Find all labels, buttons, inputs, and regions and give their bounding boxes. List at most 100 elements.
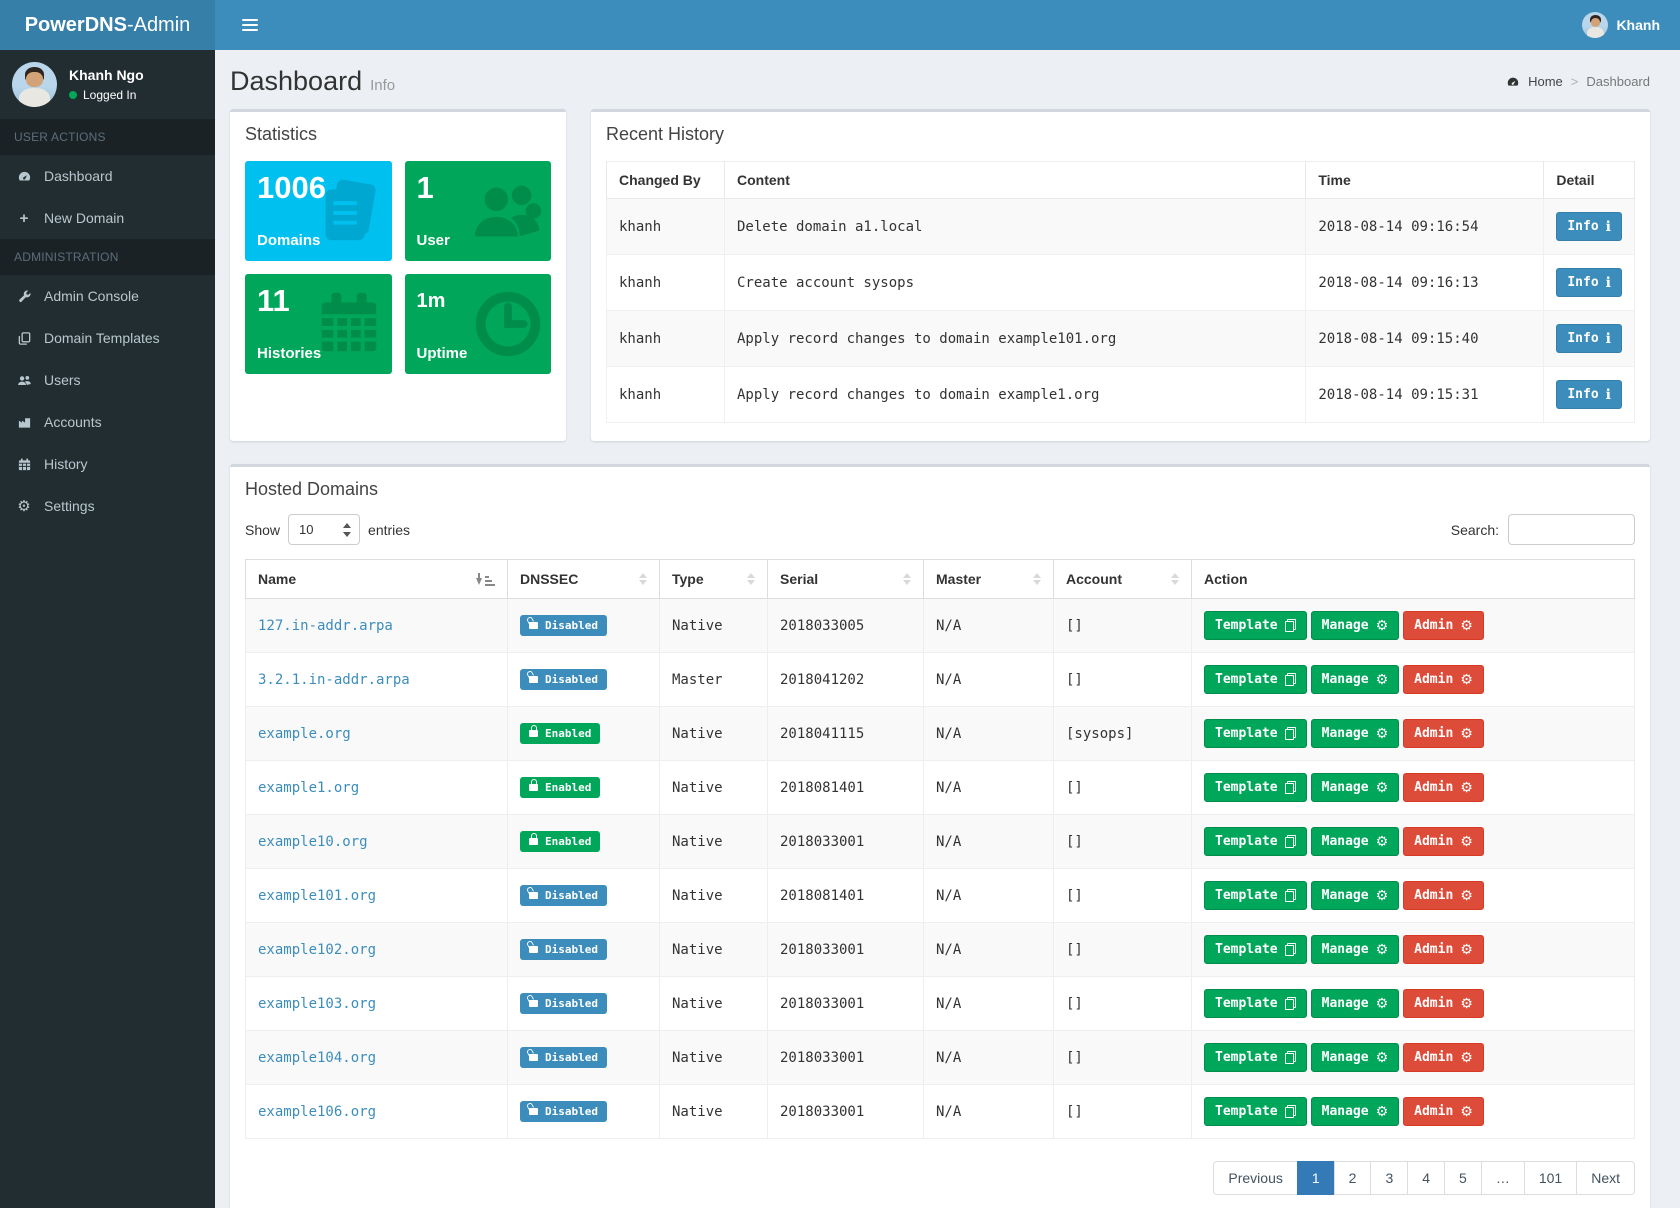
manage-button[interactable]: Manage⚙ [1311,719,1400,748]
admin-button[interactable]: Admin⚙ [1403,935,1484,964]
top-navbar: PowerDNS-Admin Khanh [0,0,1680,50]
manage-button[interactable]: Manage⚙ [1311,935,1400,964]
info-button[interactable]: Infoℹ [1556,380,1622,409]
manage-button[interactable]: Manage⚙ [1311,611,1400,640]
gear-icon: ⚙ [1460,1051,1473,1065]
domain-link[interactable]: example103.org [258,996,376,1012]
cell-account: [] [1054,599,1192,653]
cell-account: [] [1054,1085,1192,1139]
stat-value: 1006 [257,171,380,205]
column-header-master[interactable]: Master [924,560,1054,599]
sidebar-item-admin-console[interactable]: Admin Console [0,275,215,317]
template-button[interactable]: Template [1204,719,1307,748]
template-button[interactable]: Template [1204,1043,1307,1072]
admin-button[interactable]: Admin⚙ [1403,665,1484,694]
pagination-previous[interactable]: Previous [1213,1161,1297,1195]
template-button[interactable]: Template [1204,827,1307,856]
hosted-domains-table: Name DNSSEC Type Serial Master Account A… [245,559,1635,1139]
pagination-page-2[interactable]: 2 [1334,1161,1372,1195]
domain-link[interactable]: example106.org [258,1104,376,1120]
sidebar-item-history[interactable]: History [0,443,215,485]
template-button[interactable]: Template [1204,935,1307,964]
sort-icon [639,573,647,585]
manage-button[interactable]: Manage⚙ [1311,989,1400,1018]
manage-button[interactable]: Manage⚙ [1311,1097,1400,1126]
breadcrumb-home-link[interactable]: Home [1528,74,1563,89]
cell-content: Apply record changes to domain example1.… [725,367,1306,423]
admin-button[interactable]: Admin⚙ [1403,773,1484,802]
column-header-dnssec[interactable]: DNSSEC [508,560,660,599]
manage-button[interactable]: Manage⚙ [1311,1043,1400,1072]
cell-account: [] [1054,815,1192,869]
admin-button[interactable]: Admin⚙ [1403,611,1484,640]
template-button[interactable]: Template [1204,665,1307,694]
sidebar-item-accounts[interactable]: Accounts [0,401,215,443]
copy-icon [1285,943,1296,956]
gear-icon: ⚙ [1376,727,1389,741]
manage-button[interactable]: Manage⚙ [1311,881,1400,910]
history-row: khanh Delete domain a1.local 2018-08-14 … [607,199,1635,255]
domain-link[interactable]: 3.2.1.in-addr.arpa [258,672,410,688]
cell-type: Native [660,869,768,923]
admin-button[interactable]: Admin⚙ [1403,1097,1484,1126]
page-size-select[interactable]: 10 [288,514,360,545]
admin-button[interactable]: Admin⚙ [1403,989,1484,1018]
column-header-name[interactable]: Name [246,560,508,599]
pagination: Previous 1 2 3 4 5 … 101 Next [1213,1161,1635,1195]
column-header-account[interactable]: Account [1054,560,1192,599]
domain-link[interactable]: 127.in-addr.arpa [258,618,393,634]
manage-button[interactable]: Manage⚙ [1311,773,1400,802]
avatar [1582,12,1608,38]
table-row: example106.org Disabled Native 201803300… [246,1085,1635,1139]
cell-master: N/A [924,599,1054,653]
sidebar-user-status: Logged In [83,88,136,102]
manage-button[interactable]: Manage⚙ [1311,827,1400,856]
brand-logo[interactable]: PowerDNS-Admin [0,0,215,50]
pagination-next[interactable]: Next [1576,1161,1635,1195]
pagination-page-3[interactable]: 3 [1370,1161,1408,1195]
admin-button[interactable]: Admin⚙ [1403,1043,1484,1072]
domain-link[interactable]: example101.org [258,888,376,904]
domain-link[interactable]: example102.org [258,942,376,958]
sidebar-item-domain-templates[interactable]: Domain Templates [0,317,215,359]
sidebar-toggle-button[interactable] [230,0,270,50]
cell-type: Native [660,1085,768,1139]
pagination-page-1[interactable]: 1 [1297,1161,1335,1195]
template-button[interactable]: Template [1204,773,1307,802]
info-button[interactable]: Infoℹ [1556,324,1622,353]
template-button[interactable]: Template [1204,989,1307,1018]
column-header-type[interactable]: Type [660,560,768,599]
column-header-serial[interactable]: Serial [768,560,924,599]
cell-time: 2018-08-14 09:16:13 [1306,255,1544,311]
search-input[interactable] [1508,514,1635,545]
domain-link[interactable]: example.org [258,726,351,742]
domain-link[interactable]: example10.org [258,834,368,850]
pagination-page-5[interactable]: 5 [1444,1161,1482,1195]
sidebar-item-label: Dashboard [44,168,113,184]
info-button[interactable]: Infoℹ [1556,268,1622,297]
history-row: khanh Apply record changes to domain exa… [607,311,1635,367]
cell-content: Create account sysops [725,255,1306,311]
info-button[interactable]: Infoℹ [1556,212,1622,241]
admin-button[interactable]: Admin⚙ [1403,881,1484,910]
lock-icon [529,730,538,737]
cell-master: N/A [924,1031,1054,1085]
sidebar-item-users[interactable]: Users [0,359,215,401]
user-menu[interactable]: Khanh [1577,0,1665,50]
hosted-domains-panel: Hosted Domains Show 10 entries Search: [230,464,1650,1208]
sidebar-item-settings[interactable]: ⚙ Settings [0,485,215,527]
search-label: Search: [1451,522,1499,538]
manage-button[interactable]: Manage⚙ [1311,665,1400,694]
pagination-page-101[interactable]: 101 [1524,1161,1577,1195]
template-button[interactable]: Template [1204,881,1307,910]
template-button[interactable]: Template [1204,611,1307,640]
pagination-page-4[interactable]: 4 [1407,1161,1445,1195]
cell-type: Native [660,1031,768,1085]
sidebar-item-dashboard[interactable]: Dashboard [0,155,215,197]
domain-link[interactable]: example1.org [258,780,359,796]
admin-button[interactable]: Admin⚙ [1403,827,1484,856]
sidebar-item-new-domain[interactable]: + New Domain [0,197,215,239]
admin-button[interactable]: Admin⚙ [1403,719,1484,748]
domain-link[interactable]: example104.org [258,1050,376,1066]
template-button[interactable]: Template [1204,1097,1307,1126]
